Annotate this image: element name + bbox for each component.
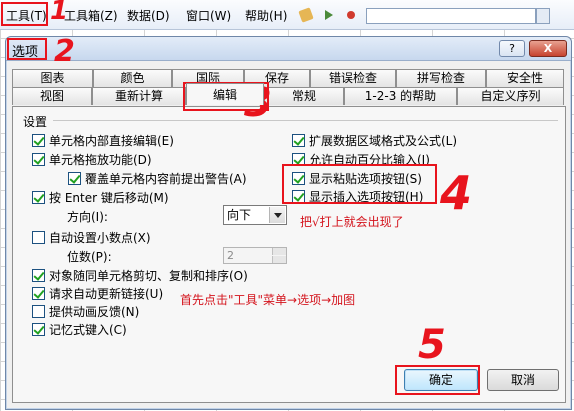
design-icon[interactable]	[298, 7, 314, 23]
checkbox[interactable]	[32, 231, 45, 244]
option-label: 单元格内部直接编辑(E)	[49, 134, 174, 148]
checkbox[interactable]	[32, 323, 45, 336]
option-label: 单元格拖放功能(D)	[49, 153, 152, 167]
menu-toolbox[interactable]: 工具箱(Z)	[64, 7, 118, 24]
option-alert-overwrite[interactable]: 覆盖单元格内容前提出警告(A)	[68, 170, 247, 187]
cancel-button[interactable]: 取消	[487, 369, 559, 391]
checkbox[interactable]	[32, 269, 45, 282]
places-value: 2	[227, 249, 234, 262]
annotation-box-option-buttons	[282, 164, 437, 204]
chevron-down-icon[interactable]	[269, 207, 285, 223]
option-animation[interactable]: 提供动画反馈(N)	[32, 303, 139, 320]
tab-calculation[interactable]: 重新计算	[92, 87, 186, 105]
option-label: 按 Enter 键后移动(M)	[49, 191, 169, 205]
tab-view[interactable]: 视图	[12, 87, 92, 105]
direction-label: 方向(I):	[67, 210, 108, 224]
section-divider	[53, 120, 558, 121]
checkbox[interactable]	[32, 287, 45, 300]
direction-select[interactable]: 向下	[223, 205, 287, 225]
option-cut-copy-sort-objects[interactable]: 对象随同单元格剪切、复制和排序(O)	[32, 267, 248, 284]
option-extend-formats[interactable]: 扩展数据区域格式及公式(L)	[292, 132, 457, 149]
tab-transition[interactable]: 1-2-3 的帮助	[344, 87, 457, 105]
tab-security[interactable]: 安全性	[486, 69, 564, 87]
record-icon[interactable]	[347, 11, 355, 19]
option-label: 提供动画反馈(N)	[49, 305, 140, 319]
annotation-step-2: 2	[54, 34, 75, 69]
help-button[interactable]: ?	[499, 40, 525, 57]
option-label: 扩展数据区域格式及公式(L)	[309, 134, 458, 148]
menu-window[interactable]: 窗口(W)	[186, 7, 231, 24]
direction-value: 向下	[227, 208, 252, 222]
tab-error-checking[interactable]: 错误检查	[310, 69, 396, 87]
section-title: 设置	[23, 115, 48, 129]
annotation-note-check: 把√打上就会出现了	[300, 215, 404, 229]
annotation-box-ok	[395, 365, 480, 395]
checkbox[interactable]	[32, 305, 45, 318]
option-label: 请求自动更新链接(U)	[49, 287, 164, 301]
spin-down-icon[interactable]	[272, 256, 286, 263]
menu-bar: 工具(T) 工具箱(Z) 数据(D) 窗口(W) 帮助(H)	[0, 0, 574, 30]
option-label: 自动设置小数点(X)	[49, 231, 151, 245]
option-move-after-enter[interactable]: 按 Enter 键后移动(M)	[32, 189, 169, 206]
option-label: 覆盖单元格内容前提出警告(A)	[85, 172, 247, 186]
checkbox[interactable]	[68, 172, 81, 185]
checkbox[interactable]	[32, 134, 45, 147]
run-icon[interactable]	[325, 10, 333, 20]
option-drag-drop[interactable]: 单元格拖放功能(D)	[32, 151, 152, 168]
tab-general[interactable]: 常规	[264, 87, 344, 105]
annotation-step-1: 1	[50, 0, 69, 26]
annotation-box-dialog-title	[7, 38, 47, 60]
annotation-note-path: 首先点击"工具"菜单→选项→加图	[180, 293, 356, 307]
dialog-titlebar[interactable]: 选项 ? X	[6, 37, 571, 61]
option-label: 对象随同单元格剪切、复制和排序(O)	[49, 269, 248, 283]
places-label: 位数(P):	[67, 250, 112, 264]
checkbox[interactable]	[32, 191, 45, 204]
places-spinner[interactable]: 2	[223, 247, 287, 264]
toolbar-combo[interactable]	[366, 8, 536, 24]
chevron-down-icon[interactable]	[536, 8, 550, 24]
annotation-step-4: 4	[440, 166, 473, 220]
option-label: 记忆式键入(C)	[49, 323, 127, 337]
annotation-step-5: 5	[418, 322, 446, 368]
option-edit-in-cell[interactable]: 单元格内部直接编辑(E)	[32, 132, 174, 149]
option-fixed-decimal[interactable]: 自动设置小数点(X)	[32, 229, 151, 246]
option-autocomplete[interactable]: 记忆式键入(C)	[32, 321, 127, 338]
tab-custom-lists[interactable]: 自定义序列	[457, 87, 564, 105]
tab-spelling[interactable]: 拼写检查	[396, 69, 486, 87]
menu-data[interactable]: 数据(D)	[127, 7, 170, 24]
checkbox[interactable]	[292, 134, 305, 147]
tab-chart[interactable]: 图表	[12, 69, 93, 87]
menu-help[interactable]: 帮助(H)	[245, 7, 287, 24]
annotation-box-tools	[1, 2, 48, 26]
option-update-links[interactable]: 请求自动更新链接(U)	[32, 285, 163, 302]
options-dialog: 选项 ? X 图表 颜色 国际 保存 错误检查 拼写检查 安全性 视图 重新计算…	[5, 36, 572, 410]
close-button[interactable]: X	[529, 40, 567, 57]
tab-edit[interactable]: 编辑	[186, 83, 264, 105]
tab-color[interactable]: 颜色	[93, 69, 172, 87]
checkbox[interactable]	[32, 153, 45, 166]
spin-up-icon[interactable]	[272, 248, 286, 255]
